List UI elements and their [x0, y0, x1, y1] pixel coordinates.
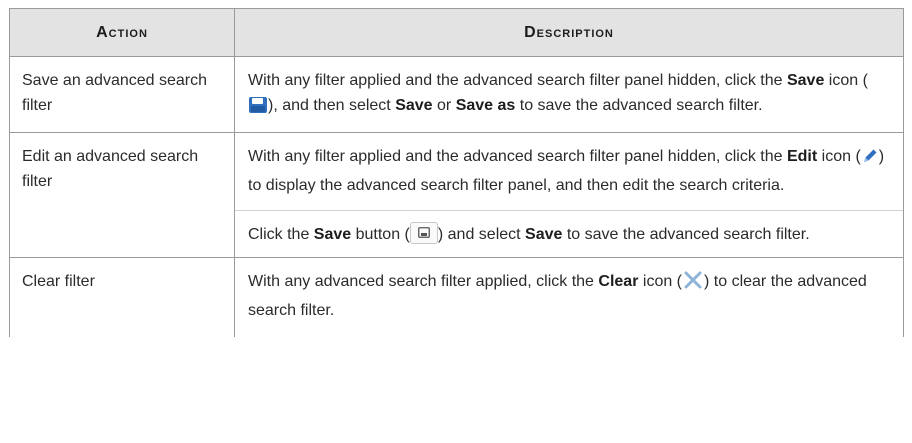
description-column-header: Description — [234, 8, 904, 57]
table-row: Clear filter With any advanced search fi… — [9, 257, 904, 337]
action-cell: Edit an advanced search filter — [9, 132, 235, 258]
description-cell: With any filter applied and the advanced… — [234, 56, 904, 133]
save-icon — [248, 96, 268, 122]
save-button-icon — [409, 222, 438, 244]
table-row: Edit an advanced search filter With any … — [9, 132, 904, 258]
description-text: With any filter applied and the advanced… — [248, 68, 887, 122]
description-cell: With any advanced search filter applied,… — [234, 257, 904, 337]
action-cell: Clear filter — [9, 257, 235, 337]
description-text: Click the Save button () and select Save… — [248, 222, 887, 247]
description-text: With any advanced search filter applied,… — [248, 269, 887, 323]
action-description-table: Action Description Save an advanced sear… — [9, 8, 904, 337]
action-column-header: Action — [9, 8, 235, 57]
close-icon — [682, 270, 704, 298]
description-text: With any filter applied and the advanced… — [248, 147, 885, 194]
description-separator — [235, 210, 903, 222]
table-row: Save an advanced search filter With any … — [9, 56, 904, 133]
description-cell: With any filter applied and the advanced… — [234, 132, 904, 258]
action-cell: Save an advanced search filter — [9, 56, 235, 133]
pencil-icon — [861, 147, 879, 173]
table-header-row: Action Description — [9, 8, 904, 57]
